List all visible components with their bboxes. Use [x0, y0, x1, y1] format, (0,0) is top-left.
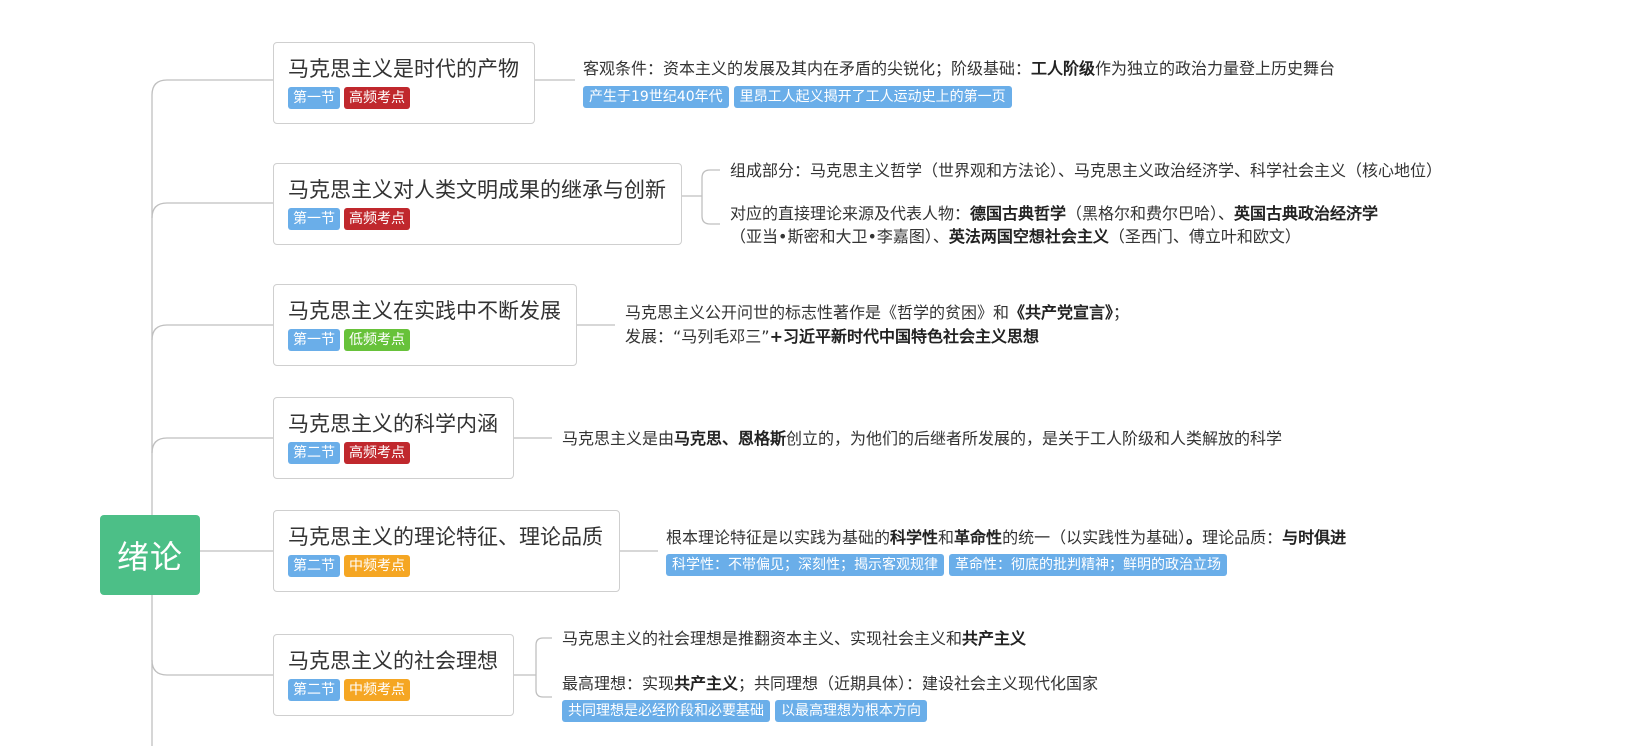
detail-segment: （圣西门、傅立叶和欧文） [1108, 227, 1301, 246]
detail-segment: 理论品质： [1202, 528, 1283, 547]
detail-text: 对应的直接理论来源及代表人物：德国古典哲学（黑格尔和费尔巴哈）、英国古典政治经济… [730, 203, 1378, 225]
detail-segment: 组成部分：马克思主义哲学（世界观和方法论）、马克思主义政治经济学、科学社会主义（… [730, 161, 1443, 180]
frequency-tag: 低频考点 [344, 329, 410, 351]
detail-segment: ； [1113, 303, 1130, 322]
detail-segment-bold: 。 [1186, 528, 1203, 547]
detail-segment: 作为独立的政治力量登上历史舞台 [1095, 59, 1336, 78]
frequency-tag: 高频考点 [344, 208, 410, 230]
detail-segment: （亚当•斯密和大卫•李嘉图）、 [730, 227, 949, 246]
topic-tags: 第二节 高频考点 [288, 442, 499, 464]
topic-title: 马克思主义在实践中不断发展 [288, 299, 561, 323]
topic-node[interactable]: 马克思主义是时代的产物 第一节 高频考点 [273, 42, 535, 124]
root-node[interactable]: 绪论 [100, 515, 200, 595]
detail-text: 发展：“马列毛邓三”+习近平新时代中国特色社会主义思想 [625, 326, 1039, 348]
detail-segment-bold: 英法两国空想社会主义 [948, 227, 1109, 246]
topic-tags: 第二节 中频考点 [288, 679, 499, 701]
section-tag: 第二节 [288, 679, 340, 701]
detail-segment-bold: 科学性 [890, 528, 939, 547]
detail-segment-bold: 共产主义 [962, 629, 1027, 648]
topic-tags: 第一节 高频考点 [288, 208, 667, 230]
detail-segment-bold: 德国古典哲学 [970, 204, 1067, 223]
detail-text: 组成部分：马克思主义哲学（世界观和方法论）、马克思主义政治经济学、科学社会主义（… [730, 160, 1442, 182]
note-chip: 科学性：不带偏见；深刻性；揭示客观规律 [666, 554, 944, 576]
detail-text: （亚当•斯密和大卫•李嘉图）、英法两国空想社会主义（圣西门、傅立叶和欧文） [730, 226, 1301, 248]
note-chip: 里昂工人起义揭开了工人运动史上的第一页 [733, 86, 1012, 108]
topic-tags: 第二节 中频考点 [288, 555, 605, 577]
topic-title: 马克思主义是时代的产物 [288, 57, 519, 81]
detail-segment: 根本理论特征是以实践为基础的 [666, 528, 891, 547]
topic-title: 马克思主义对人类文明成果的继承与创新 [288, 178, 666, 202]
detail-text: 客观条件：资本主义的发展及其内在矛盾的尖锐化；阶级基础：工人阶级作为独立的政治力… [583, 58, 1335, 80]
detail-text: 马克思主义的社会理想是推翻资本主义、实现社会主义和共产主义 [562, 628, 1026, 650]
topic-title: 马克思主义的理论特征、理论品质 [288, 525, 603, 549]
detail-segment-bold: +习近平新时代中国特色社会主义思想 [769, 327, 1040, 346]
section-tag: 第二节 [288, 555, 340, 577]
section-tag: 第二节 [288, 442, 340, 464]
detail-segment-bold: 革命性 [954, 528, 1003, 547]
frequency-tag: 高频考点 [344, 442, 410, 464]
topic-node[interactable]: 马克思主义对人类文明成果的继承与创新 第一节 高频考点 [273, 163, 682, 245]
topic-node[interactable]: 马克思主义在实践中不断发展 第一节 低频考点 [273, 284, 577, 366]
detail-chips: 共同理想是必经阶段和必要基础 以最高理想为根本方向 [562, 700, 927, 722]
detail-segment-bold: 《共产党宣言》 [1009, 303, 1114, 322]
detail-text: 最高理想：实现共产主义；共同理想（近期具体）：建设社会主义现代化国家 [562, 673, 1098, 695]
section-tag: 第一节 [288, 87, 340, 109]
frequency-tag: 中频考点 [344, 555, 410, 577]
note-chip: 以最高理想为根本方向 [775, 700, 927, 722]
detail-text: 马克思主义公开问世的标志性著作是《哲学的贫困》和《共产党宣言》； [625, 302, 1129, 324]
detail-segment: 马克思主义的社会理想是推翻资本主义、实现社会主义和 [562, 629, 963, 648]
detail-segment: 马克思主义公开问世的标志性著作是《哲学的贫困》和 [625, 303, 1010, 322]
detail-segment: 最高理想：实现 [562, 674, 675, 693]
detail-segment-bold: 工人阶级 [1031, 59, 1096, 78]
detail-segment: 对应的直接理论来源及代表人物： [730, 204, 971, 223]
detail-text: 根本理论特征是以实践为基础的科学性和革命性的统一（以实践性为基础）。理论品质：与… [666, 527, 1346, 549]
frequency-tag: 高频考点 [344, 87, 410, 109]
detail-segment: 的统一（以实践性为基础） [1002, 528, 1187, 547]
detail-segment: 和 [938, 528, 955, 547]
detail-segment-bold: 马克思、恩格斯 [674, 429, 787, 448]
detail-segment: ；共同理想（近期具体）：建设社会主义现代化国家 [738, 674, 1099, 693]
detail-segment-bold: 与时俱进 [1282, 528, 1347, 547]
detail-text: 马克思主义是由马克思、恩格斯创立的，为他们的后继者所发展的，是关于工人阶级和人类… [562, 428, 1282, 450]
detail-segment: （黑格尔和费尔巴哈）、 [1066, 204, 1235, 223]
note-chip: 共同理想是必经阶段和必要基础 [562, 700, 770, 722]
detail-segment-bold: 共产主义 [674, 674, 739, 693]
topic-node[interactable]: 马克思主义的科学内涵 第二节 高频考点 [273, 397, 514, 479]
section-tag: 第一节 [288, 208, 340, 230]
detail-segment: 发展：“马列毛邓三” [625, 327, 770, 346]
topic-node[interactable]: 马克思主义的社会理想 第二节 中频考点 [273, 634, 514, 716]
section-tag: 第一节 [288, 329, 340, 351]
detail-chips: 科学性：不带偏见；深刻性；揭示客观规律 革命性：彻底的批判精神；鲜明的政治立场 [666, 554, 1227, 576]
topic-tags: 第一节 低频考点 [288, 329, 562, 351]
topic-title: 马克思主义的科学内涵 [288, 412, 498, 436]
detail-segment: 客观条件：资本主义的发展及其内在矛盾的尖锐化；阶级基础： [583, 59, 1032, 78]
topic-tags: 第一节 高频考点 [288, 87, 520, 109]
frequency-tag: 中频考点 [344, 679, 410, 701]
detail-segment: 马克思主义是由 [562, 429, 675, 448]
detail-segment: 创立的，为他们的后继者所发展的，是关于工人阶级和人类解放的科学 [786, 429, 1283, 448]
topic-title: 马克思主义的社会理想 [288, 649, 498, 673]
root-label: 绪论 [116, 538, 183, 576]
note-chip: 革命性：彻底的批判精神；鲜明的政治立场 [949, 554, 1227, 576]
detail-chips: 产生于19世纪40年代 里昂工人起义揭开了工人运动史上的第一页 [583, 86, 1012, 108]
topic-node[interactable]: 马克思主义的理论特征、理论品质 第二节 中频考点 [273, 510, 620, 592]
detail-segment-bold: 英国古典政治经济学 [1234, 204, 1379, 223]
note-chip: 产生于19世纪40年代 [583, 86, 729, 108]
